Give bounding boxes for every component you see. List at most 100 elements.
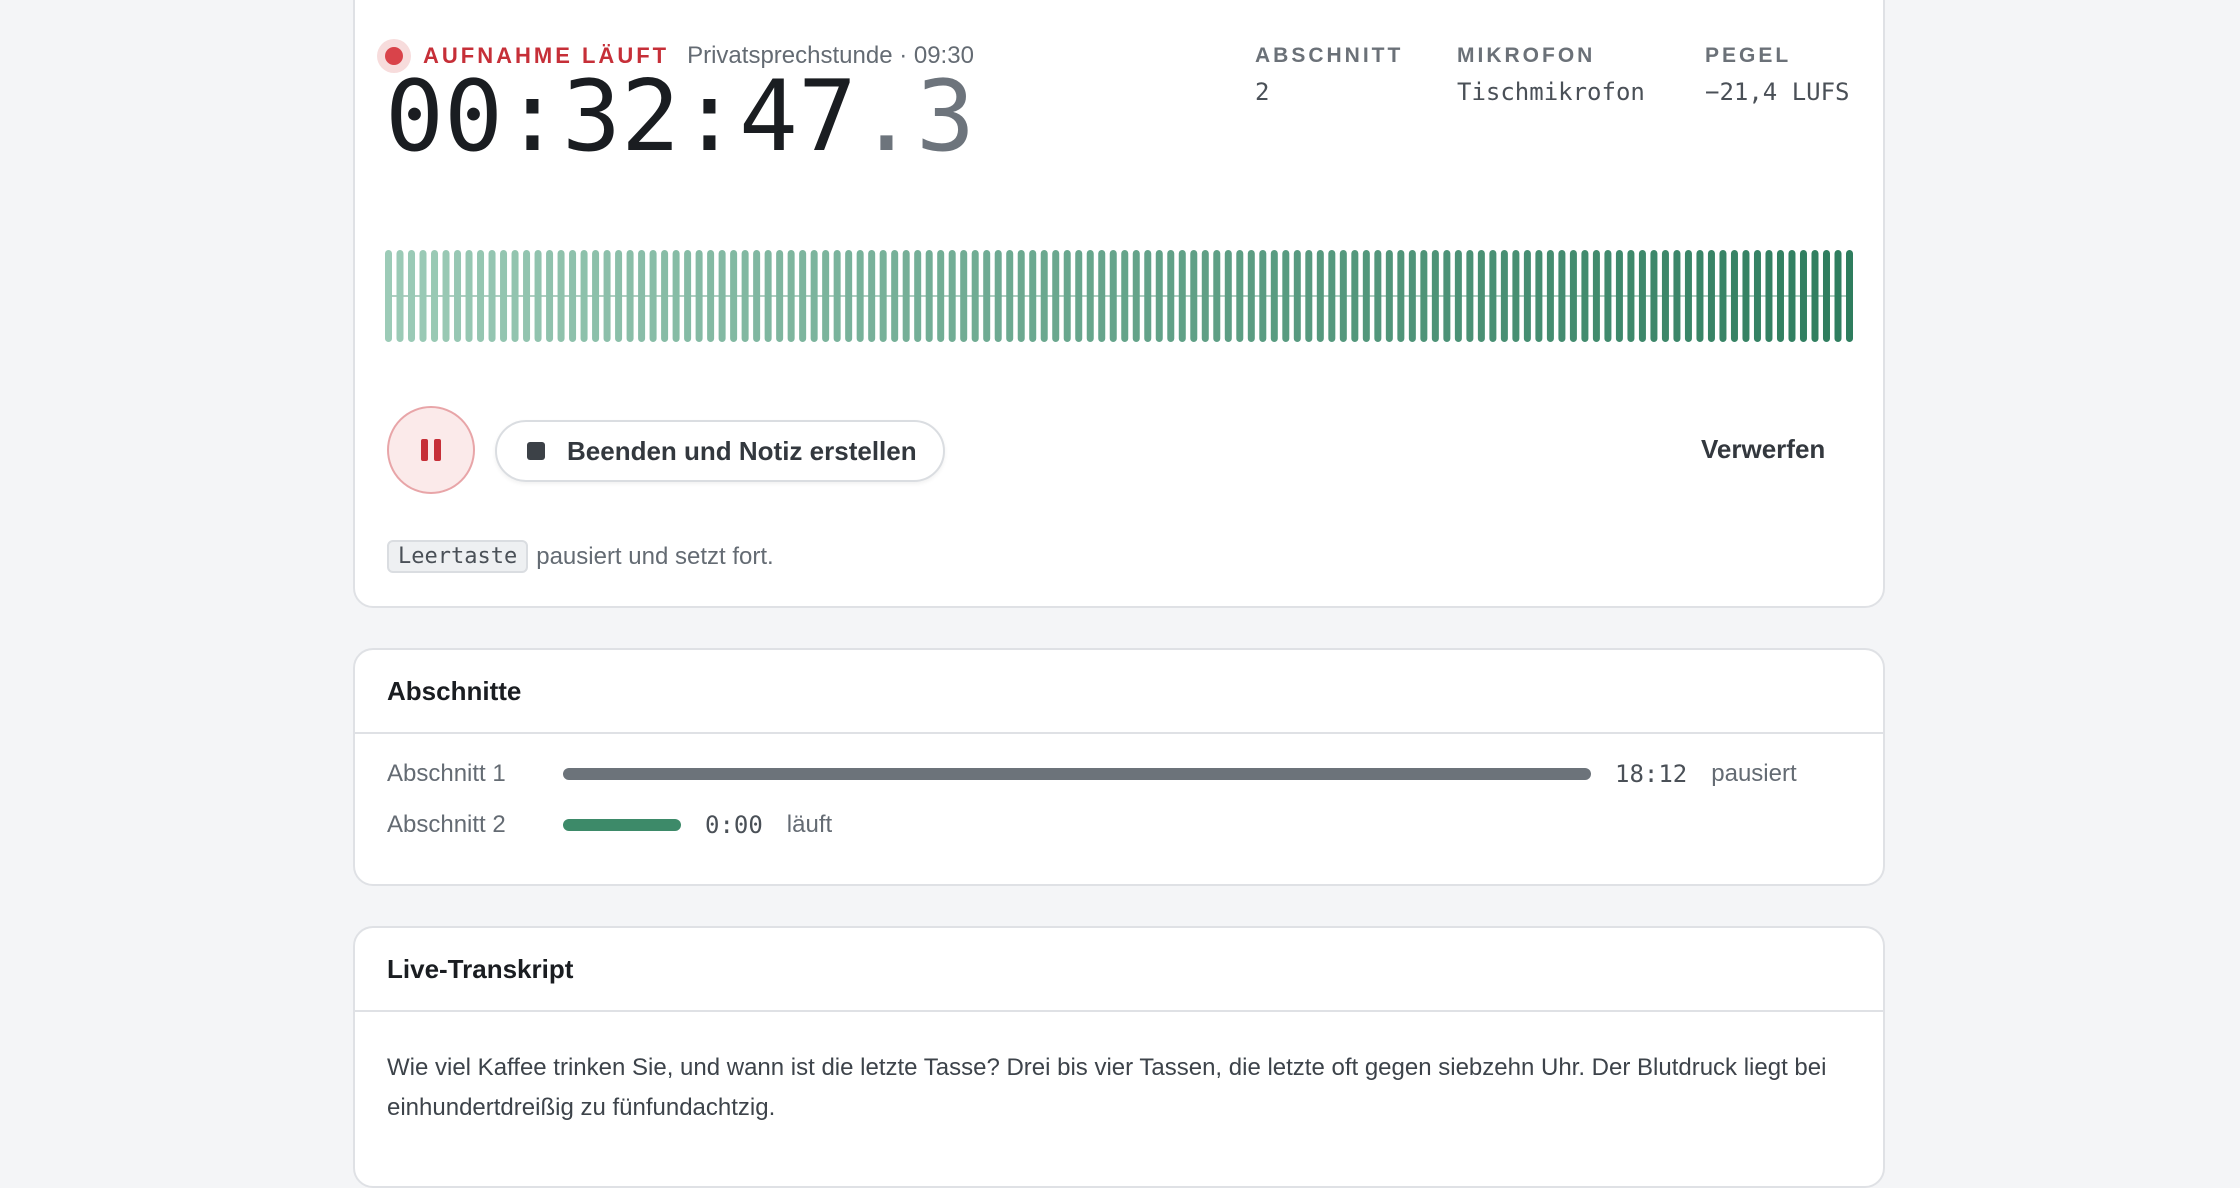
waveform-bar — [695, 250, 703, 342]
waveform-bar — [1351, 250, 1359, 342]
waveform-bar — [845, 250, 853, 342]
waveform-bar — [1822, 250, 1830, 342]
waveform-bar — [1236, 250, 1244, 342]
waveform-bar — [1834, 250, 1842, 342]
waveform-bar — [615, 250, 623, 342]
waveform-bar — [1362, 250, 1370, 342]
discard-button[interactable]: Verwerfen — [1701, 434, 1825, 465]
waveform-bar — [1190, 250, 1198, 342]
waveform-bar — [879, 250, 887, 342]
waveform-bar — [1305, 250, 1313, 342]
section-name: Abschnitt 2 — [387, 811, 506, 838]
meta-section: ABSCHNITT 2 — [1255, 44, 1403, 106]
waveform-bar — [603, 250, 611, 342]
waveform-bar — [1558, 250, 1566, 342]
waveform-bar — [649, 250, 657, 342]
waveform-bar — [511, 250, 519, 342]
waveform-bar — [465, 250, 473, 342]
waveform-bar — [1776, 250, 1784, 342]
transcript-title: Live-Transkript — [387, 953, 574, 984]
waveform-bar — [569, 250, 577, 342]
waveform-bar — [925, 250, 933, 342]
waveform-bar — [1098, 250, 1106, 342]
hint-text: pausiert und setzt fort. — [536, 542, 774, 570]
waveform-bar — [1270, 250, 1278, 342]
meta-level-label: PEGEL — [1705, 44, 1792, 67]
section-status: pausiert — [1711, 760, 1797, 787]
waveform-bar — [1661, 250, 1669, 342]
timer-main: 00:32:47 — [385, 60, 858, 174]
waveform-bar — [1339, 250, 1347, 342]
waveform-bar — [856, 250, 864, 342]
pause-icon — [421, 439, 441, 461]
meta-level: PEGEL −21,4 LUFS — [1705, 44, 1850, 106]
waveform-bar — [442, 250, 450, 342]
waveform-bar — [626, 250, 634, 342]
waveform-bar — [753, 250, 761, 342]
waveform-bar — [1006, 250, 1014, 342]
waveform-bar — [1546, 250, 1554, 342]
waveform-bar — [1811, 250, 1819, 342]
waveform-bar — [1846, 250, 1853, 342]
waveform-bar — [1788, 250, 1796, 342]
waveform-bar — [1431, 250, 1439, 342]
section-duration-bar — [563, 768, 1591, 780]
waveform-bar — [937, 250, 945, 342]
waveform-bar — [1730, 250, 1738, 342]
waveform-bar — [1650, 250, 1658, 342]
waveform-bar — [971, 250, 979, 342]
waveform-bar — [661, 250, 669, 342]
waveform-bar — [638, 250, 646, 342]
waveform-bar — [1293, 250, 1301, 342]
waveform-bar — [1213, 250, 1221, 342]
waveform-bar — [454, 250, 462, 342]
waveform-bar — [1420, 250, 1428, 342]
waveform-bar — [707, 250, 715, 342]
waveform-bar — [1696, 250, 1704, 342]
waveform-bar — [718, 250, 726, 342]
waveform-bar — [1638, 250, 1646, 342]
sections-header: Abschnitte — [355, 650, 1883, 734]
waveform-bar — [1523, 250, 1531, 342]
waveform-bar — [477, 250, 485, 342]
waveform-bar — [1155, 250, 1163, 342]
waveform-bar — [891, 250, 899, 342]
waveform-bar — [1489, 250, 1497, 342]
waveform-bar — [1109, 250, 1117, 342]
waveform-bar — [1569, 250, 1577, 342]
waveform-bar — [1397, 250, 1405, 342]
transcript-text: Wie viel Kaffee trinken Sie, und wann is… — [387, 1054, 1827, 1121]
waveform-bar — [810, 250, 818, 342]
transcript-header: Live-Transkript — [355, 928, 1883, 1012]
meta-microphone-value: Tischmikrofon — [1457, 78, 1645, 106]
waveform-bar — [1247, 250, 1255, 342]
waveform-bar — [419, 250, 427, 342]
waveform-bar — [1017, 250, 1025, 342]
pause-button[interactable] — [387, 406, 475, 494]
timer-fraction: .3 — [857, 60, 976, 174]
stop-and-create-note-button[interactable]: Beenden und Notiz erstellen — [495, 420, 945, 482]
waveform-bar — [1063, 250, 1071, 342]
waveform-bar — [1454, 250, 1462, 342]
waveform-bar — [1604, 250, 1612, 342]
waveform-bar — [592, 250, 600, 342]
waveform-bar — [1615, 250, 1623, 342]
waveform-bar — [580, 250, 588, 342]
waveform-bar — [1282, 250, 1290, 342]
recording-timer: 00:32:47.3 — [385, 62, 975, 172]
waveform-bar — [764, 250, 772, 342]
section-row[interactable]: Abschnitt 1 18:12 pausiert — [387, 754, 1797, 794]
waveform-bar — [822, 250, 830, 342]
waveform-bar — [1443, 250, 1451, 342]
waveform-bar — [557, 250, 565, 342]
waveform-bar — [1075, 250, 1083, 342]
waveform-bar — [488, 250, 496, 342]
waveform-bar — [1581, 250, 1589, 342]
waveform-bar — [546, 250, 554, 342]
waveform-bar — [1374, 250, 1382, 342]
waveform-bar — [1167, 250, 1175, 342]
meta-level-value: −21,4 LUFS — [1705, 78, 1850, 106]
section-row[interactable]: Abschnitt 2 0:00 läuft — [387, 805, 832, 845]
waveform-bar — [833, 250, 841, 342]
waveform-bar — [741, 250, 749, 342]
